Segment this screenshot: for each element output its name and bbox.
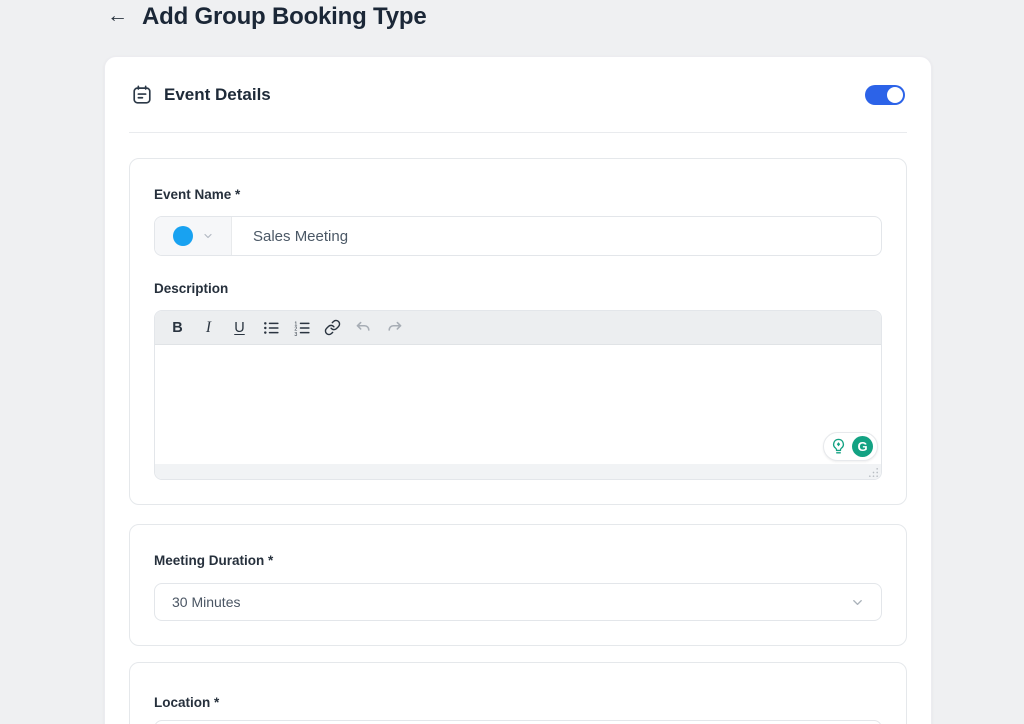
underline-button[interactable]: U (224, 314, 255, 342)
meeting-duration-value: 30 Minutes (172, 594, 240, 610)
header-divider (129, 132, 907, 133)
undo-icon[interactable] (348, 314, 379, 342)
description-textarea[interactable]: G (155, 345, 881, 464)
back-button[interactable]: ← (107, 3, 128, 29)
meeting-duration-select[interactable]: 30 Minutes (154, 583, 882, 621)
svg-text:3: 3 (294, 332, 297, 336)
event-color-picker[interactable] (155, 217, 232, 255)
event-name-label: Event Name * (154, 187, 882, 202)
italic-button[interactable]: I (193, 314, 224, 342)
grammarly-logo-icon[interactable]: G (852, 436, 873, 457)
event-name-input[interactable] (232, 217, 881, 255)
location-label: Location * (154, 695, 882, 710)
event-name-row (154, 216, 882, 256)
card-header: Event Details (105, 57, 931, 132)
description-editor: B I U 1 2 (154, 310, 882, 480)
location-input[interactable] (154, 720, 882, 724)
event-details-card: Event Details Event Name * Description B (104, 56, 932, 724)
grammarly-widget[interactable]: G (823, 432, 878, 461)
ordered-list-icon[interactable]: 1 2 3 (286, 314, 317, 342)
card-title: Event Details (164, 85, 271, 105)
chevron-down-icon (850, 595, 865, 610)
meeting-duration-label: Meeting Duration * (154, 553, 882, 568)
editor-footer (155, 464, 881, 479)
grammarly-suggestions-icon[interactable] (828, 436, 849, 457)
toggle-knob (887, 87, 903, 103)
page-header: ← Add Group Booking Type (0, 0, 1024, 56)
event-color-dot (173, 226, 193, 246)
location-section: Location * (129, 662, 907, 724)
notepad-icon (131, 84, 153, 106)
chevron-down-icon (202, 230, 214, 242)
link-icon[interactable] (317, 314, 348, 342)
bullet-list-icon[interactable] (255, 314, 286, 342)
event-name-section: Event Name * Description B I U (129, 158, 907, 505)
bold-button[interactable]: B (162, 314, 193, 342)
resize-handle-icon[interactable] (868, 467, 879, 478)
description-label: Description (154, 281, 882, 296)
page-title: Add Group Booking Type (142, 3, 426, 30)
redo-icon[interactable] (379, 314, 410, 342)
editor-toolbar: B I U 1 2 (155, 311, 881, 345)
event-details-toggle[interactable] (865, 85, 905, 105)
meeting-duration-section: Meeting Duration * 30 Minutes (129, 524, 907, 646)
